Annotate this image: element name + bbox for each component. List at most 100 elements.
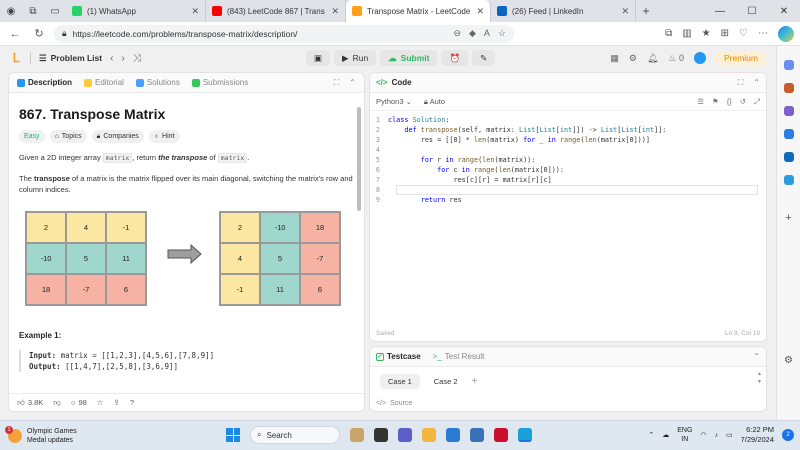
profile-icon[interactable]: ◉ [0,0,22,22]
debug-button[interactable]: ▣ [306,50,331,66]
start-icon[interactable] [226,428,240,442]
code-line[interactable]: 7 res[c][r] = matrix[r][c] [370,175,766,185]
mcafee-icon[interactable] [494,428,508,442]
code-editor[interactable]: 1 class Solution: 2 def transpose(self, ma… [370,111,766,205]
show-hidden-icon[interactable]: ⌃ [648,431,654,439]
tab-description[interactable]: Description [17,78,72,87]
code-line[interactable]: 3 res = [[0] * len(matrix) for _ in rang… [370,135,766,145]
new-tab-button[interactable]: + [636,4,656,18]
shopping-icon[interactable] [783,83,794,93]
description-scrollbar[interactable] [357,107,361,211]
submit-button[interactable]: ☁ Submit [380,50,438,66]
close-tab-icon[interactable]: ✕ [191,6,199,17]
weather-widget[interactable]: 1 Olympic Games Medal updates [5,425,77,445]
format-icon[interactable]: ☰ [697,97,704,107]
source-button[interactable]: </> Source [376,400,412,407]
case-2-tab[interactable]: Case 2 [426,374,466,389]
code-line[interactable]: 2 def transpose(self, matrix: List[List[… [370,125,766,135]
favorite-star-icon[interactable]: ☆ [498,28,506,39]
share-button[interactable]: ⇪ [114,398,120,407]
task-view-icon[interactable] [374,428,388,442]
help-button[interactable]: ? [130,398,134,407]
send-icon[interactable] [783,175,794,185]
collections-icon[interactable]: ⊞ [721,28,729,39]
clock[interactable]: 6:22 PM 7/29/2024 [741,425,774,445]
auto-mode-toggle[interactable]: 🔒︎ Auto [424,97,445,107]
favorite-button[interactable]: ☆ [97,398,104,407]
taskbar-search[interactable]: ⌕ Search [250,426,340,444]
browser-essentials-icon[interactable]: ♡ [739,28,748,39]
code-line[interactable]: 5 for r in range(len(matrix)): [370,155,766,165]
hint-chip[interactable]: ♁ Hint [148,130,180,143]
tab-actions-icon[interactable]: ▭ [44,0,66,22]
language-select[interactable]: Python3 ⌄ [376,97,412,106]
like-button[interactable]: 👍︎ 3.8K [17,398,43,408]
read-aloud-icon[interactable]: A [484,28,490,39]
add-sidebar-icon[interactable]: + [785,212,791,224]
onedrive-icon[interactable]: ☁ [662,431,669,439]
streak-fire-icon[interactable]: ♨ 0 [668,53,684,64]
tab-editorial[interactable]: Editorial [84,78,124,87]
battery-icon[interactable]: ▭ [726,431,733,439]
store-icon[interactable] [446,428,460,442]
settings-gear-icon[interactable]: ⚙ [629,53,637,64]
outlook-icon[interactable] [783,152,794,162]
scroll-down-icon[interactable]: ▼ [757,379,762,385]
settings-icon[interactable]: ⚙ [784,355,793,366]
tab-testcase[interactable]: ✓ Testcase [376,352,421,361]
run-button[interactable]: ▶ Run [334,50,377,66]
wifi-icon[interactable]: ◠ [700,431,706,439]
leetcode-logo-icon[interactable]: ᒪ [10,51,22,65]
zoom-icon[interactable]: ⊖ [453,28,461,39]
topics-chip[interactable]: ⌂ Topics [49,130,87,143]
file-explorer-icon[interactable] [422,428,436,442]
search-sidebar-icon[interactable] [783,60,794,70]
browser-tab-linkedin[interactable]: (26) Feed | LinkedIn ✕ [491,0,636,22]
tab-test-result[interactable]: >_ Test Result [433,352,485,361]
code-line[interactable]: 1 class Solution: [370,115,766,125]
comments-button[interactable]: ○ 98 [71,398,87,407]
notifications-icon[interactable]: 🔔︎ [647,53,658,64]
close-tab-icon[interactable]: ✕ [331,6,339,17]
extensions-icon[interactable]: ⧉ [665,28,672,39]
testcase-scrollbar[interactable]: ▲ ▼ [757,371,762,385]
browser-tab-leetcode[interactable]: Transpose Matrix - LeetCode ✕ [346,0,491,22]
maximize-panel-icon[interactable]: ⛶ [738,78,744,88]
avatar[interactable] [693,52,706,64]
layout-icon[interactable]: ▦ [610,53,619,64]
notes-button[interactable]: ✎ [472,50,496,66]
code-line[interactable]: 4 [370,145,766,155]
premium-button[interactable]: Premium [715,51,766,65]
code-line[interactable]: 9 return res [370,195,766,205]
close-tab-icon[interactable]: ✕ [621,6,629,17]
favorites-icon[interactable]: ★ [702,28,711,39]
braces-icon[interactable]: {} [727,97,732,107]
browser-tab-youtube[interactable]: (843) LeetCode 867 | Trans ✕ [206,0,346,22]
reset-icon[interactable]: ↺ [740,97,746,107]
problem-list-button[interactable]: ☰ Problem List [39,53,102,64]
maximize-panel-icon[interactable]: ⛶ [334,78,340,88]
timer-button[interactable]: ⏰ [441,50,469,66]
collapse-panel-icon[interactable]: ⌃ [753,78,760,88]
more-icon[interactable]: ⋯ [758,28,768,39]
prev-problem-icon[interactable]: ‹ [110,53,113,64]
code-line[interactable]: 6 for c in range(len(matrix[0])): [370,165,766,175]
maximize-icon[interactable]: ☐ [736,6,768,17]
extension-icon[interactable]: ◆ [469,28,476,39]
case-1-tab[interactable]: Case 1 [380,374,420,389]
edge-icon[interactable] [518,428,532,442]
close-tab-icon[interactable]: ✕ [476,6,484,17]
volume-icon[interactable]: ♪ [715,432,719,439]
copilot-icon[interactable] [778,25,794,42]
app-icon[interactable] [470,428,484,442]
workspaces-icon[interactable]: ⧉ [22,0,44,22]
browser-tab-whatsapp[interactable]: (1) WhatsApp ✕ [66,0,206,22]
url-field[interactable]: 🔒︎ https://leetcode.com/problems/transpo… [54,24,514,43]
tab-submissions[interactable]: Submissions [191,78,248,87]
notification-badge[interactable]: 2 [782,429,794,441]
tools-icon[interactable] [783,106,794,116]
minimize-icon[interactable]: — [704,6,736,17]
widgets-app-icon[interactable] [350,428,364,442]
shuffle-icon[interactable]: ⤨ [133,53,141,64]
add-testcase-icon[interactable]: + [472,376,478,387]
